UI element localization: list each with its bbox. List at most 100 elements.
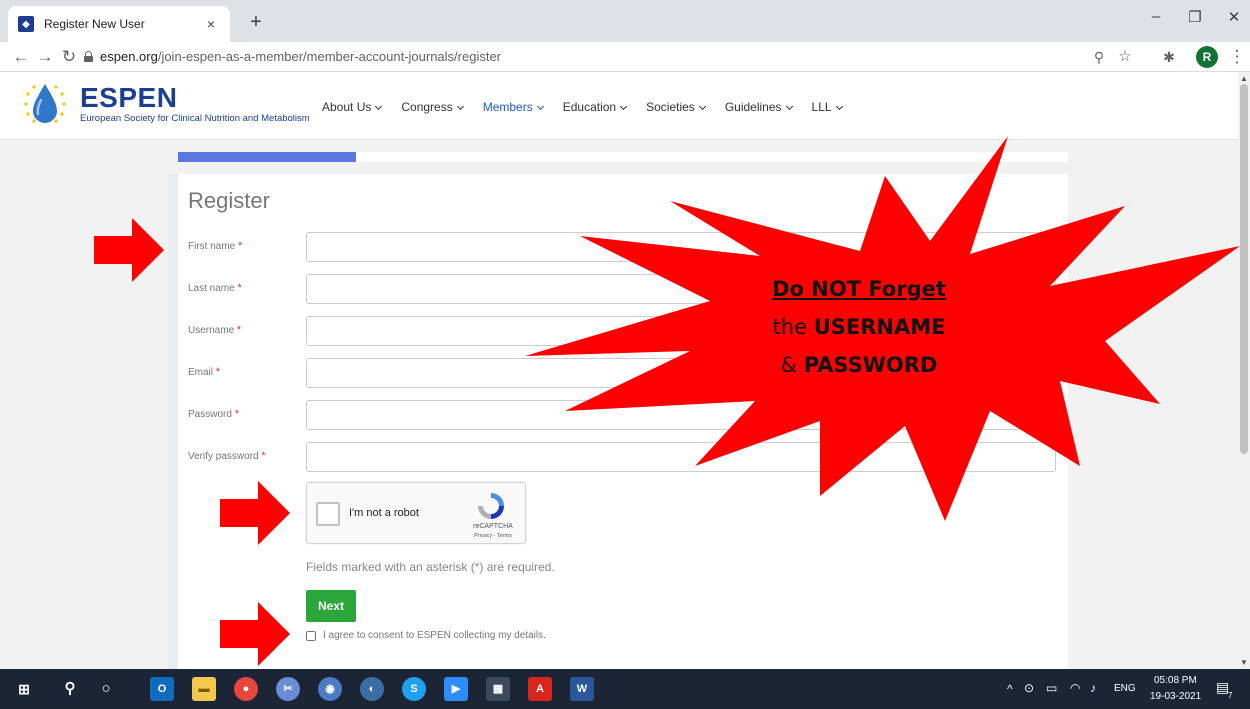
extensions-puzzle-icon[interactable]: ✱ <box>1158 46 1180 68</box>
profile-avatar[interactable]: R <box>1196 46 1218 68</box>
battery-icon[interactable]: ▭ <box>1046 681 1057 695</box>
acrobat-icon[interactable]: A <box>528 677 552 701</box>
espen-logo-icon[interactable] <box>22 80 68 130</box>
recaptcha-label: I'm not a robot <box>349 507 419 519</box>
url-path: /join-espen-as-a-member/member-account-j… <box>157 49 502 64</box>
password-label: Password * <box>188 408 239 420</box>
progress-fill <box>178 152 356 162</box>
cortana-icon[interactable]: ○ <box>94 677 118 701</box>
next-button[interactable]: Next <box>306 590 356 622</box>
form-title: Register <box>188 188 270 213</box>
calculator-icon[interactable]: ▦ <box>486 677 510 701</box>
skype-icon[interactable]: S <box>402 677 426 701</box>
address-bar[interactable]: espen.org/join-espen-as-a-member/member-… <box>100 49 501 64</box>
annotation-arrow-consent <box>220 602 290 666</box>
bookmark-star-icon[interactable]: ☆ <box>1114 46 1136 68</box>
chevron-down-icon <box>536 102 544 111</box>
annotation-arrow-captcha <box>220 481 290 545</box>
outlook-icon[interactable]: O <box>150 677 174 701</box>
wifi-icon[interactable]: ◠ <box>1070 681 1080 695</box>
nav-item-label: LLL <box>811 100 832 114</box>
recaptcha-privacy-terms[interactable]: Privacy - Terms <box>465 533 521 539</box>
tab-title: Register New User <box>44 17 145 31</box>
recaptcha-brand: reCAPTCHA <box>473 523 513 530</box>
snipping-tool-icon[interactable]: ✂ <box>276 677 300 701</box>
nav-item-societies[interactable]: Societies <box>646 100 706 114</box>
annotation-arrow-firstname <box>94 218 164 282</box>
nav-item-members[interactable]: Members <box>482 100 544 114</box>
url-host: espen.org <box>100 49 158 64</box>
volume-icon[interactable]: ♪ <box>1090 681 1096 695</box>
site-header: ESPEN European Society for Clinical Nutr… <box>0 72 1238 140</box>
consent-checkbox[interactable] <box>306 630 316 641</box>
nav-item-congress[interactable]: Congress <box>401 100 464 114</box>
chevron-down-icon <box>698 102 706 111</box>
required-fields-note: Fields marked with an asterisk (*) are r… <box>306 560 555 574</box>
search-icon[interactable]: ⚲ <box>58 677 82 701</box>
recaptcha-logo-icon <box>478 493 504 519</box>
email-label: Email * <box>188 366 221 378</box>
webcam-app-icon[interactable]: ◐ <box>360 677 384 701</box>
recaptcha-checkbox[interactable] <box>316 502 340 526</box>
new-tab-button[interactable]: + <box>244 10 268 34</box>
nav-item-label: Education <box>562 100 617 114</box>
chevron-down-icon <box>835 102 843 111</box>
nav-item-label: Members <box>482 100 533 114</box>
chevron-down-icon <box>620 102 628 111</box>
zoom-icon[interactable]: ⚲ <box>1088 46 1110 68</box>
windows-start-icon[interactable]: ⊞ <box>12 677 36 701</box>
minimize-icon[interactable]: – <box>1144 8 1168 25</box>
lock-icon[interactable] <box>84 51 93 62</box>
browser-menu-icon[interactable]: ⋮ <box>1226 46 1248 68</box>
forward-arrow-icon[interactable]: → <box>34 46 56 68</box>
recaptcha-widget: I'm not a robot reCAPTCHA Privacy - Term… <box>306 482 526 544</box>
verify-password-label: Verify password * <box>188 450 266 462</box>
tray-app-icon[interactable]: ⊙ <box>1024 681 1034 695</box>
first-name-label: First name * <box>188 240 243 252</box>
clock-time[interactable]: 05:08 PM <box>1154 675 1197 686</box>
scroll-thumb[interactable] <box>1240 84 1248 454</box>
nav-item-education[interactable]: Education <box>562 100 628 114</box>
notification-count: 7 <box>1228 691 1233 700</box>
window-close-icon[interactable]: ✕ <box>1222 8 1246 26</box>
back-arrow-icon[interactable]: ← <box>10 46 32 68</box>
site-logo-subtitle: European Society for Clinical Nutrition … <box>80 113 310 124</box>
espen-favicon-icon: ◆ <box>18 16 34 32</box>
word-icon[interactable]: W <box>570 677 594 701</box>
nav-item-label: Societies <box>646 100 695 114</box>
main-nav: About Us Congress Members Education Societie… <box>322 100 862 114</box>
annotation-warning-text: Do NOT Forget the USERNAME & PASSWORD <box>694 270 1024 384</box>
browser-tab[interactable]: ◆ Register New User × <box>8 6 230 42</box>
chrome-icon[interactable]: ● <box>234 677 258 701</box>
tray-overflow-icon[interactable]: ^ <box>1007 682 1013 696</box>
windows-taskbar: ⊞ ⚲ ○ O ▬ ● ✂ ◉ ◐ S ▶ ▦ A W ^ ⊙ ▭ ◠ ♪ EN… <box>0 669 1250 709</box>
browser-tabstrip: ◆ Register New User × + – ❐ ✕ <box>0 0 1250 42</box>
nav-item-about-us[interactable]: About Us <box>322 100 383 114</box>
file-explorer-icon[interactable]: ▬ <box>192 677 216 701</box>
warning-line-1: Do NOT Forget <box>772 277 946 301</box>
reload-icon[interactable]: ↻ <box>58 46 80 68</box>
nav-item-label: Congress <box>401 100 453 114</box>
clock-date[interactable]: 19-03-2021 <box>1150 691 1201 702</box>
nav-item-label: About Us <box>322 100 372 114</box>
scroll-up-icon[interactable]: ▲ <box>1238 74 1250 83</box>
nav-item-lll[interactable]: LLL <box>811 100 843 114</box>
scroll-down-icon[interactable]: ▼ <box>1238 658 1250 667</box>
nav-item-guidelines[interactable]: Guidelines <box>724 100 793 114</box>
warning-line-3: & PASSWORD <box>780 353 938 377</box>
consent-label[interactable]: I agree to consent to ESPEN collecting m… <box>323 630 546 641</box>
consent-row: I agree to consent to ESPEN collecting m… <box>306 630 546 641</box>
zoom-app-icon[interactable]: ▶ <box>444 677 468 701</box>
tab-close-icon[interactable]: × <box>202 16 220 32</box>
language-indicator[interactable]: ENG <box>1114 683 1136 694</box>
chevron-down-icon <box>785 102 793 111</box>
site-logo-text[interactable]: ESPEN <box>80 84 177 112</box>
chevron-down-icon <box>375 102 383 111</box>
username-label: Username * <box>188 324 242 336</box>
restore-icon[interactable]: ❐ <box>1183 8 1207 26</box>
network-app-icon[interactable]: ◉ <box>318 677 342 701</box>
chevron-down-icon <box>456 102 464 111</box>
last-name-label: Last name * <box>188 282 242 294</box>
browser-toolbar: ← → ↻ espen.org/join-espen-as-a-member/m… <box>0 42 1250 72</box>
nav-item-label: Guidelines <box>724 100 782 114</box>
